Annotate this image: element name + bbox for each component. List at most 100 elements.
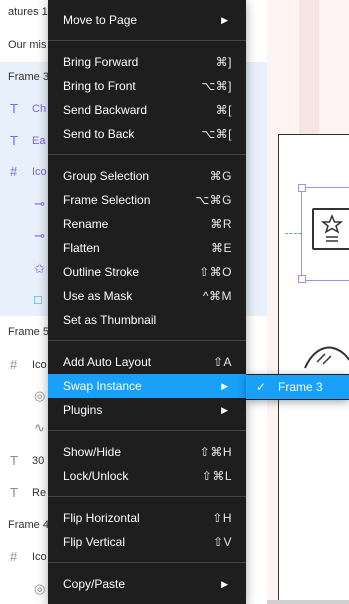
menu-item-label: Bring Forward: [63, 55, 139, 69]
menu-item-show-hide[interactable]: Show/Hide ⇧⌘H: [48, 440, 246, 464]
canvas[interactable]: [267, 0, 349, 604]
menu-item-set-as-thumbnail[interactable]: Set as Thumbnail: [48, 308, 246, 332]
menu-item-lock-unlock[interactable]: Lock/Unlock ⇧⌘L: [48, 464, 246, 488]
layer-item-ch[interactable]: Ch: [32, 101, 46, 117]
shortcut-hint: ⌥⌘G: [195, 193, 232, 207]
menu-separator: [48, 340, 246, 341]
menu-item-swap-instance[interactable]: Swap Instance ▶: [48, 374, 246, 398]
layer-item-ico[interactable]: Ico: [32, 357, 47, 373]
submenu-item-frame-3[interactable]: ✓ Frame 3: [246, 375, 349, 399]
submenu-arrow-icon: ▶: [221, 405, 228, 415]
layer-type-icon: #: [10, 549, 18, 564]
shortcut-hint: ⌘E: [210, 241, 232, 255]
shortcut-hint: ⇧⌘H: [199, 445, 232, 459]
layer-type-icon: ∿: [34, 420, 45, 435]
menu-item-label: Copy/Paste: [63, 577, 126, 591]
resize-handle[interactable]: [298, 184, 306, 192]
menu-item-label: Show/Hide: [63, 445, 122, 459]
menu-item-group-selection[interactable]: Group Selection ⌘G: [48, 164, 246, 188]
resize-handle[interactable]: [298, 275, 306, 283]
layer-type-icon: T: [10, 485, 18, 500]
horizontal-scrollbar[interactable]: [267, 600, 349, 604]
layer-type-icon: □: [34, 292, 42, 307]
menu-item-label: Use as Mask: [63, 289, 133, 303]
menu-item-flip-vertical[interactable]: Flip Vertical ⇧V: [48, 530, 246, 554]
layer-type-icon: #: [10, 357, 18, 372]
shortcut-hint: ⇧⌘O: [199, 265, 232, 279]
checkmark-icon: ✓: [256, 380, 267, 394]
spacing-guide: [285, 233, 301, 234]
layer-type-icon: T: [10, 133, 18, 148]
submenu-arrow-icon: ▶: [221, 15, 228, 25]
shortcut-hint: ⇧A: [212, 355, 232, 369]
shortcut-hint: ⌥⌘[: [201, 127, 232, 141]
menu-item-label: Bring to Front: [63, 79, 136, 93]
menu-item-send-backward[interactable]: Send Backward ⌘[: [48, 98, 246, 122]
menu-item-label: Lock/Unlock: [63, 469, 129, 483]
shortcut-hint: ^⌘M: [202, 289, 232, 303]
menu-item-flatten[interactable]: Flatten ⌘E: [48, 236, 246, 260]
layer-type-icon: T: [10, 453, 18, 468]
shortcut-hint: ⇧H: [212, 511, 232, 525]
shortcut-hint: ⇧⌘L: [201, 469, 232, 483]
submenu-arrow-icon: ▶: [221, 579, 228, 589]
layer-type-icon: ✩: [34, 261, 45, 276]
shortcut-hint: ⌥⌘]: [201, 79, 232, 93]
layer-item-30[interactable]: 30: [32, 453, 44, 469]
layer-item-ea[interactable]: Ea: [32, 133, 45, 149]
layer-item-frame-3[interactable]: Frame 3: [8, 69, 49, 85]
menu-separator: [48, 154, 246, 155]
layer-item-re[interactable]: Re: [32, 485, 46, 501]
menu-item-frame-selection[interactable]: Frame Selection ⌥⌘G: [48, 188, 246, 212]
shortcut-hint: ⌘G: [209, 169, 232, 183]
menu-item-send-to-back[interactable]: Send to Back ⌥⌘[: [48, 122, 246, 146]
menu-item-label: Frame Selection: [63, 193, 151, 207]
layer-item-our-mis[interactable]: Our mis: [8, 37, 47, 53]
menu-item-add-auto-layout[interactable]: Add Auto Layout ⇧A: [48, 350, 246, 374]
layer-item-atures-1[interactable]: atures 1: [8, 4, 48, 20]
layer-type-icon: ◎: [34, 388, 46, 403]
layer-type-icon: ⊸: [34, 228, 45, 243]
menu-item-rename[interactable]: Rename ⌘R: [48, 212, 246, 236]
menu-item-label: Flatten: [63, 241, 100, 255]
menu-item-plugins[interactable]: Plugins ▶: [48, 398, 246, 422]
menu-separator: [48, 496, 246, 497]
swap-instance-submenu: ✓ Frame 3: [246, 374, 349, 400]
shortcut-hint: ⇧V: [212, 535, 232, 549]
menu-separator: [48, 562, 246, 563]
layer-type-icon: ⊸: [34, 196, 45, 211]
menu-item-label: Rename: [63, 217, 109, 231]
submenu-item-label: Frame 3: [278, 380, 323, 394]
menu-item-label: Send Backward: [63, 103, 148, 117]
layer-item-ico[interactable]: Ico: [32, 164, 47, 180]
vector-shape-icon: [304, 346, 349, 369]
selection-box[interactable]: [301, 187, 349, 281]
layer-item-ico[interactable]: Ico: [32, 549, 47, 565]
menu-item-label: Outline Stroke: [63, 265, 140, 279]
menu-item-bring-forward[interactable]: Bring Forward ⌘]: [48, 50, 246, 74]
shortcut-hint: ⌘R: [210, 217, 232, 231]
menu-item-copy-paste[interactable]: Copy/Paste ▶: [48, 572, 246, 596]
menu-item-move-to-page[interactable]: Move to Page ▶: [48, 8, 246, 32]
layer-type-icon: ◎: [34, 581, 46, 596]
menu-item-label: Swap Instance: [63, 379, 142, 393]
menu-item-label: Add Auto Layout: [63, 355, 152, 369]
submenu-arrow-icon: ▶: [221, 381, 228, 391]
menu-item-bring-to-front[interactable]: Bring to Front ⌥⌘]: [48, 74, 246, 98]
layer-type-icon: #: [10, 164, 18, 179]
layer-type-icon: T: [10, 101, 18, 116]
menu-item-outline-stroke[interactable]: Outline Stroke ⇧⌘O: [48, 260, 246, 284]
context-menu: Move to Page ▶ Bring Forward ⌘] Bring to Fro…: [48, 0, 246, 604]
menu-item-flip-horizontal[interactable]: Flip Horizontal ⇧H: [48, 506, 246, 530]
menu-item-label: Send to Back: [63, 127, 135, 141]
menu-item-use-as-mask[interactable]: Use as Mask ^⌘M: [48, 284, 246, 308]
layer-item-frame-5[interactable]: Frame 5: [8, 324, 49, 340]
shortcut-hint: ⌘[: [215, 103, 232, 117]
layer-item-frame-4[interactable]: Frame 4: [8, 517, 49, 533]
menu-item-label: Flip Horizontal: [63, 511, 140, 525]
menu-item-label: Set as Thumbnail: [63, 313, 157, 327]
menu-item-label: Plugins: [63, 403, 103, 417]
menu-item-label: Flip Vertical: [63, 535, 126, 549]
menu-separator: [48, 430, 246, 431]
menu-item-label: Group Selection: [63, 169, 150, 183]
